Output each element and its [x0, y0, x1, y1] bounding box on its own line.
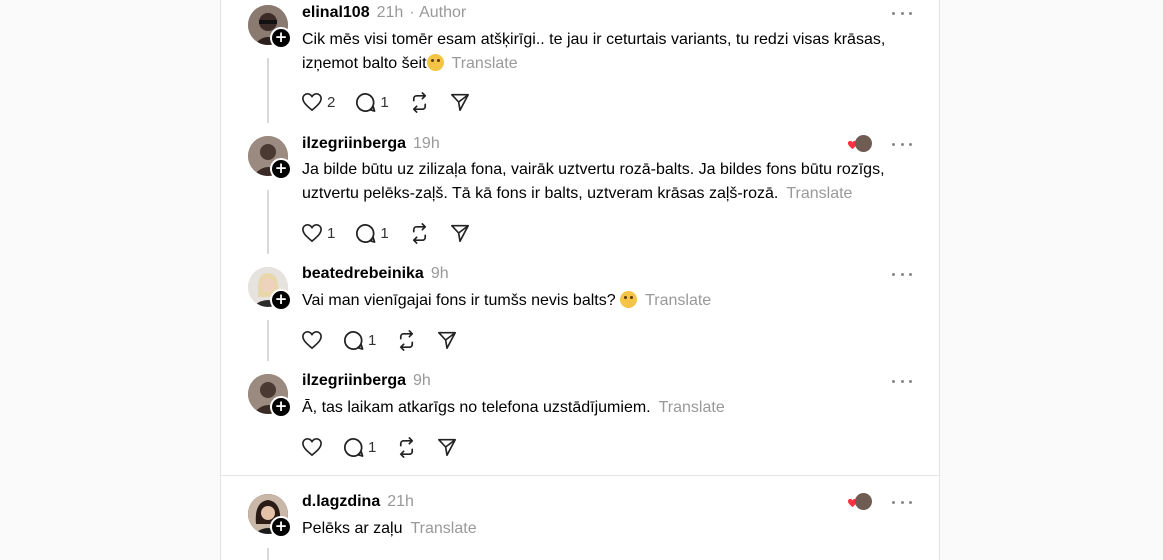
post-time[interactable]: 9h [431, 265, 449, 283]
like-count: 1 [327, 224, 336, 242]
reply-button[interactable]: 1 [343, 328, 376, 352]
author-mini-avatar [855, 135, 872, 152]
liked-by-author-badge [847, 493, 873, 511]
emoji-icon [426, 54, 444, 71]
repost-icon [400, 436, 414, 458]
thread-line [267, 190, 269, 254]
post-text: Ja bilde būtu uz zilizaļa fona, vairāk u… [302, 161, 885, 202]
translate-link[interactable]: Translate [645, 292, 711, 309]
heart-icon [302, 330, 322, 350]
translate-link[interactable]: Translate [659, 399, 725, 416]
translate-link[interactable]: Translate [411, 520, 477, 537]
follow-plus-icon[interactable]: + [270, 396, 292, 418]
send-icon [438, 331, 457, 349]
share-button[interactable] [450, 221, 470, 245]
thread-line [267, 548, 269, 560]
avatar[interactable]: + [248, 374, 292, 418]
post-time[interactable]: 19h [413, 135, 440, 153]
comment-icon [356, 223, 376, 243]
send-icon [450, 224, 469, 242]
post-time[interactable]: 21h [377, 4, 404, 22]
repost-icon [400, 329, 414, 351]
reply-button[interactable]: 1 [355, 90, 389, 114]
thread-column: + elinal108 21h · Author Cik mēs visi to… [220, 0, 940, 560]
post-time[interactable]: 9h [413, 372, 431, 390]
repost-icon [412, 222, 426, 244]
share-button[interactable] [437, 435, 457, 459]
repost-button[interactable] [396, 328, 417, 352]
heart-icon [302, 437, 322, 457]
repost-button[interactable] [409, 221, 430, 245]
like-count: 2 [327, 93, 336, 111]
avatar[interactable]: + [248, 5, 292, 49]
more-options-icon[interactable] [892, 267, 912, 281]
author-badge: · Author [409, 4, 467, 21]
follow-plus-icon[interactable]: + [270, 516, 292, 538]
post-text: Cik mēs visi tomēr esam atšķirīgi.. te j… [302, 31, 886, 72]
more-options-icon[interactable] [892, 137, 912, 151]
username[interactable]: elinal108 [302, 4, 370, 22]
reply-count: 1 [380, 93, 389, 111]
send-icon [450, 93, 469, 111]
liked-by-author-badge [847, 135, 873, 153]
more-options-icon[interactable] [892, 6, 912, 20]
avatar[interactable]: + [248, 494, 292, 538]
like-button[interactable]: 1 [301, 221, 335, 245]
post-text: Ā, tas laikam atkarīgs no telefona uzstā… [302, 399, 725, 416]
comment-icon [344, 437, 364, 457]
follow-plus-icon[interactable]: + [270, 158, 292, 180]
avatar[interactable]: + [248, 267, 292, 311]
username[interactable]: ilzegriinberga [302, 372, 406, 390]
post-text: Pelēks ar zaļu Translate [302, 520, 477, 537]
send-icon [438, 438, 457, 456]
heart-icon [302, 223, 322, 243]
share-button[interactable] [450, 90, 470, 114]
author-mini-avatar [855, 493, 872, 510]
reply-count: 1 [380, 224, 389, 242]
thread-line [267, 320, 269, 361]
share-button[interactable] [437, 328, 457, 352]
username[interactable]: ilzegriinberga [302, 135, 406, 153]
repost-icon [412, 91, 426, 113]
translate-link[interactable]: Translate [786, 185, 852, 202]
more-options-icon[interactable] [892, 374, 912, 388]
like-button[interactable] [301, 328, 323, 352]
post-text: Vai man vienīgajai fons ir tumšs nevis b… [302, 291, 712, 309]
heart-icon [302, 92, 322, 112]
like-button[interactable] [301, 435, 323, 459]
comment-icon [356, 92, 376, 112]
post-time[interactable]: 21h [387, 493, 414, 511]
reply-count: 1 [368, 438, 377, 456]
follow-plus-icon[interactable]: + [270, 289, 292, 311]
reply-button[interactable]: 1 [343, 435, 376, 459]
repost-button[interactable] [409, 90, 430, 114]
thread-line [267, 58, 269, 123]
translate-link[interactable]: Translate [452, 55, 518, 72]
reply-button[interactable]: 1 [355, 221, 389, 245]
comment-icon [344, 330, 364, 350]
thread-divider [221, 475, 939, 476]
like-button[interactable]: 2 [301, 90, 335, 114]
more-options-icon[interactable] [892, 495, 912, 509]
username[interactable]: d.lagzdina [302, 493, 380, 511]
username[interactable]: beatedrebeinika [302, 265, 424, 283]
reply-count: 1 [368, 331, 377, 349]
avatar[interactable]: + [248, 136, 292, 180]
follow-plus-icon[interactable]: + [270, 27, 292, 49]
repost-button[interactable] [396, 435, 417, 459]
emoji-icon [620, 291, 638, 308]
